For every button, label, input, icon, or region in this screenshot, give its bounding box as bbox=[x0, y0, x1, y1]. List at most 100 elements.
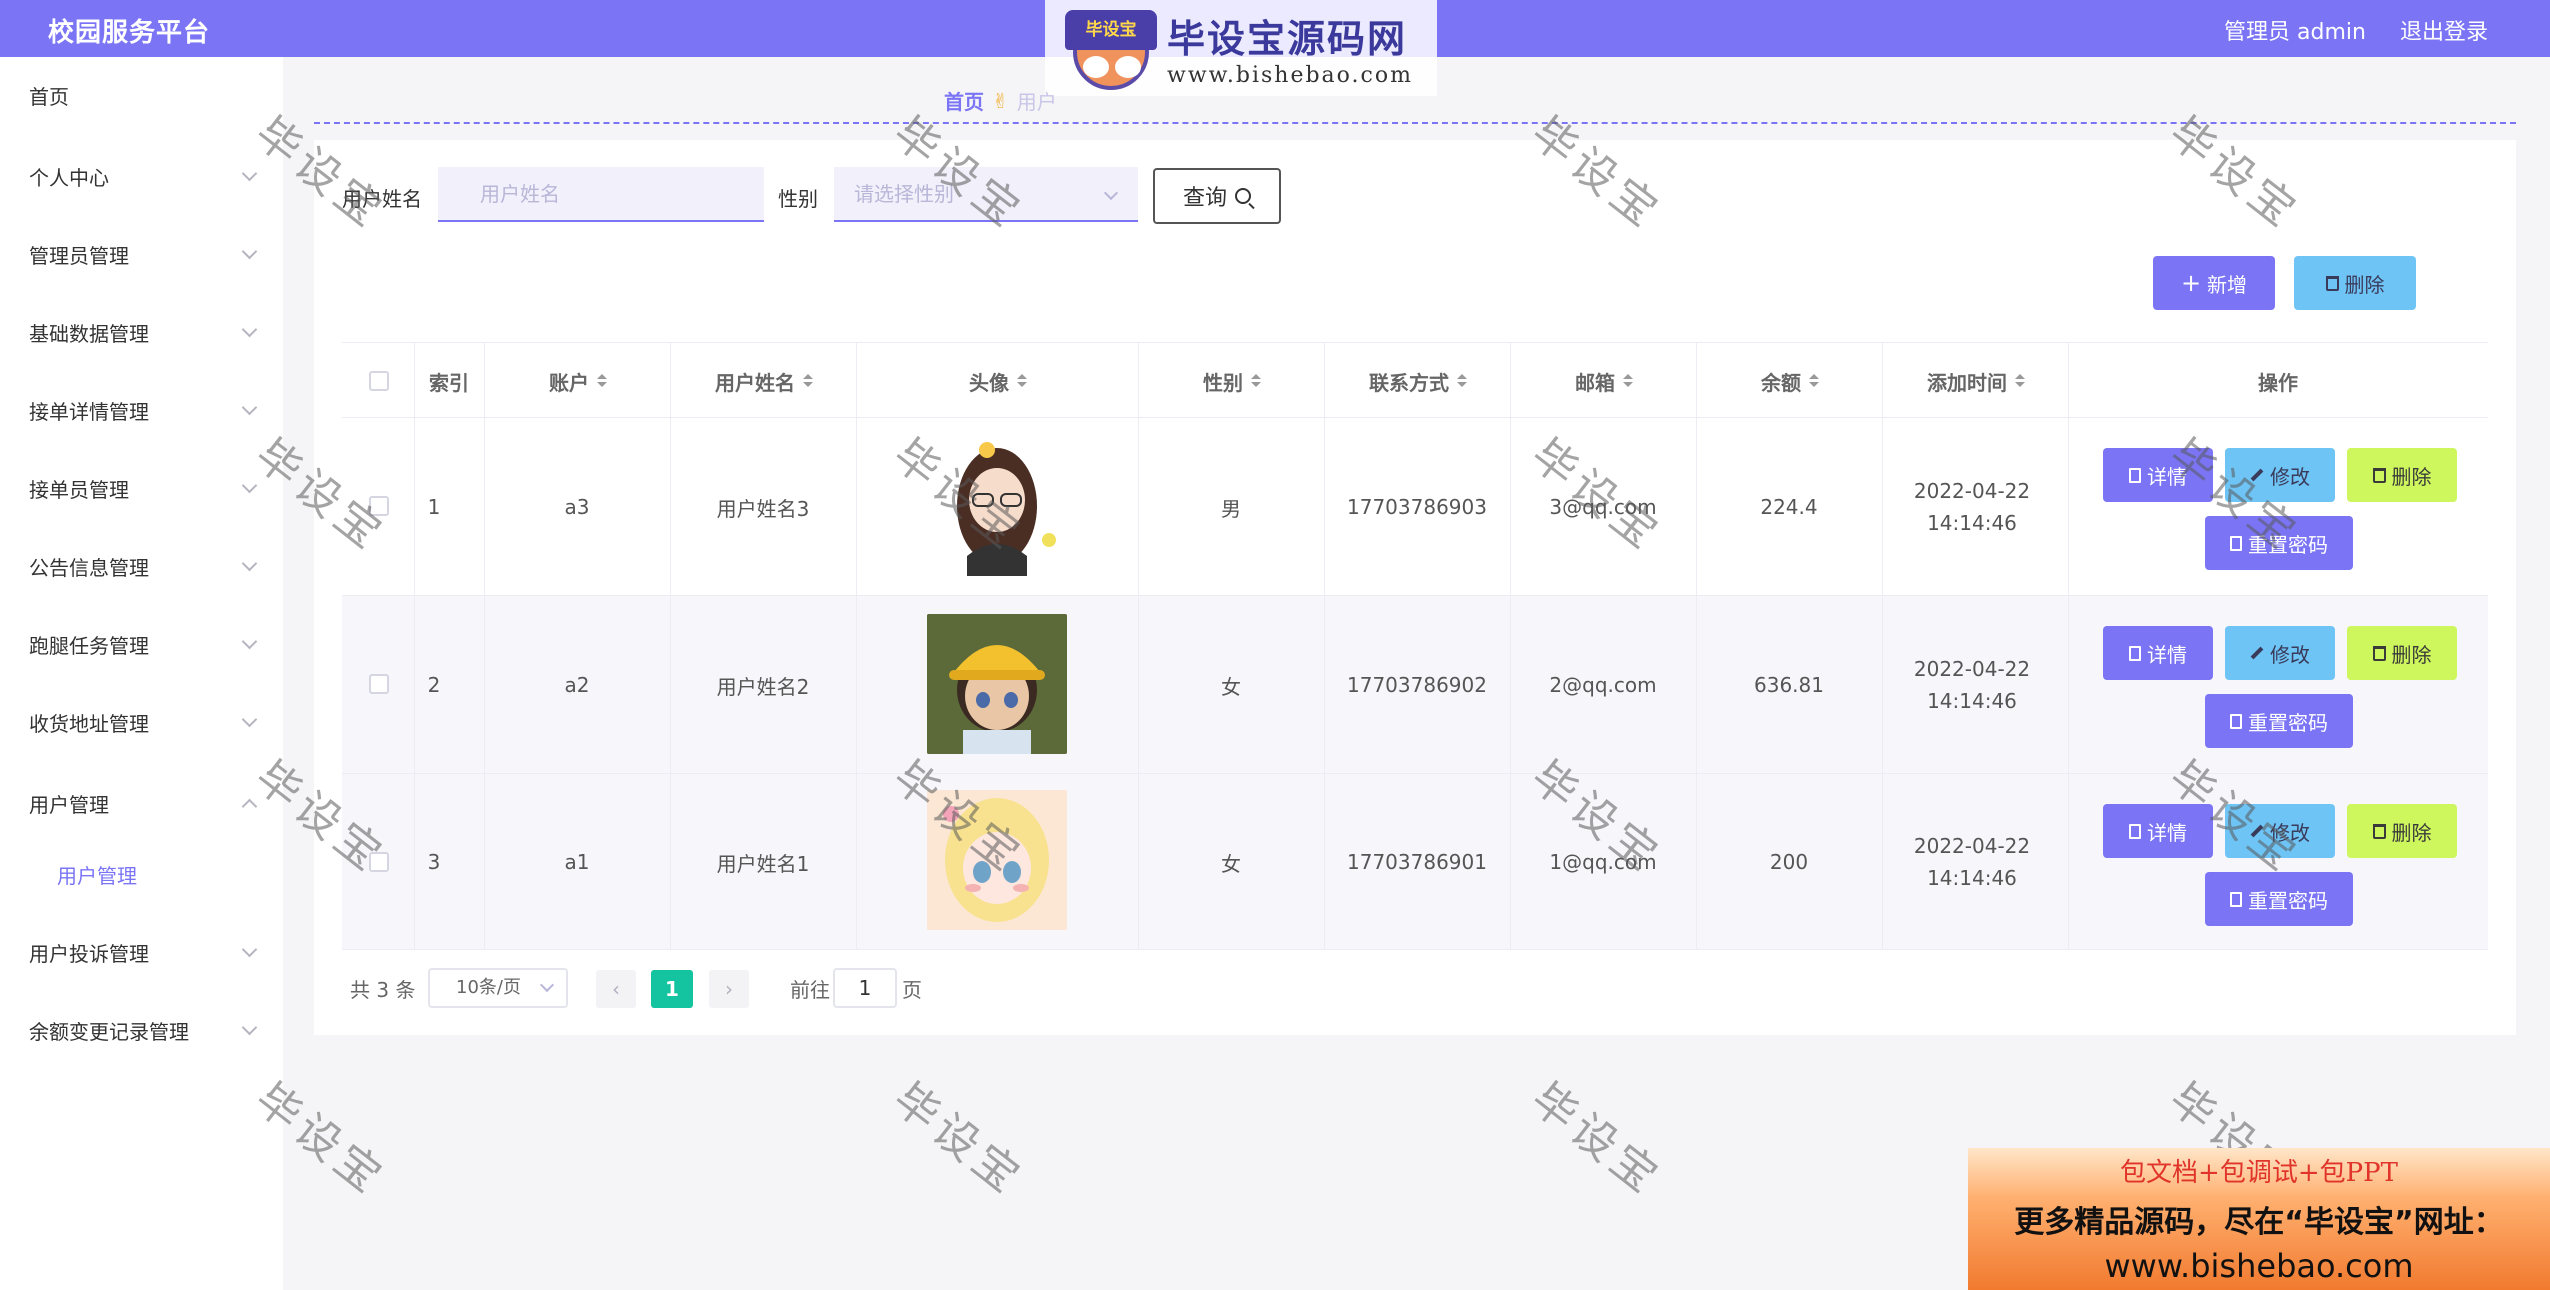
delete-button[interactable]: 删除 bbox=[2347, 626, 2457, 680]
sort-icon bbox=[1251, 374, 1261, 388]
prev-page-button[interactable]: ‹ bbox=[596, 970, 636, 1008]
cell-gender: 女 bbox=[1221, 674, 1241, 699]
sort-icon bbox=[597, 374, 607, 388]
chevron-down-icon bbox=[241, 711, 258, 728]
cell-email: 3@qq.com bbox=[1549, 495, 1657, 519]
sort-icon bbox=[1457, 374, 1467, 388]
add-button[interactable]: + 新增 bbox=[2153, 256, 2275, 310]
header-avatar[interactable]: 头像 bbox=[856, 343, 1138, 419]
cell-phone: 17703786902 bbox=[1347, 673, 1487, 697]
cell-account: a1 bbox=[564, 850, 590, 874]
cell-phone: 17703786901 bbox=[1347, 850, 1487, 874]
sort-icon bbox=[1017, 374, 1027, 388]
edit-button[interactable]: 修改 bbox=[2225, 804, 2335, 858]
sort-icon bbox=[803, 374, 813, 388]
query-button[interactable]: 查询 bbox=[1153, 168, 1281, 224]
user-avatar[interactable] bbox=[927, 614, 1067, 754]
watermark: 毕设宝 bbox=[883, 1073, 1034, 1206]
admin-user-label[interactable]: 管理员 admin bbox=[2224, 14, 2366, 46]
goto-page-input[interactable]: 1 bbox=[833, 968, 897, 1008]
cell-name: 用户姓名1 bbox=[716, 851, 810, 876]
header-email[interactable]: 邮箱 bbox=[1510, 343, 1696, 419]
reset-password-button[interactable]: 重置密码 bbox=[2205, 516, 2353, 570]
sidebar-item-balance-log[interactable]: 余额变更记录管理 bbox=[0, 1000, 283, 1060]
ad-banner[interactable]: 包文档+包调试+包PPT 更多精品源码，尽在“毕设宝”网址： www.bishe… bbox=[1968, 1148, 2550, 1290]
chevron-down-icon bbox=[241, 941, 258, 958]
detail-button[interactable]: 详情 bbox=[2103, 626, 2213, 680]
detail-button[interactable]: 详情 bbox=[2103, 448, 2213, 502]
cell-phone: 17703786903 bbox=[1347, 495, 1487, 519]
cell-time: 2022-04-22 14:14:46 bbox=[1913, 479, 2031, 535]
cell-email: 2@qq.com bbox=[1549, 673, 1657, 697]
row-checkbox[interactable] bbox=[369, 674, 389, 694]
header-name[interactable]: 用户姓名 bbox=[670, 343, 856, 419]
header-phone[interactable]: 联系方式 bbox=[1324, 343, 1510, 419]
row-checkbox[interactable] bbox=[369, 852, 389, 872]
header-account[interactable]: 账户 bbox=[484, 343, 670, 419]
app-title: 校园服务平台 bbox=[48, 18, 211, 48]
delete-button[interactable]: 删除 bbox=[2347, 804, 2457, 858]
breadcrumb-home[interactable]: 首页 bbox=[944, 86, 984, 115]
sidebar-item-notices[interactable]: 公告信息管理 bbox=[0, 536, 283, 596]
table-row: 3 a1 用户姓名1 女 17703786901 1@qq.com 200 20… bbox=[342, 774, 2488, 950]
logout-link[interactable]: 退出登录 bbox=[2400, 14, 2488, 46]
trash-icon bbox=[2372, 823, 2386, 839]
chevron-down-icon bbox=[241, 321, 258, 338]
sidebar-item-couriers[interactable]: 接单员管理 bbox=[0, 458, 283, 518]
select-all-checkbox[interactable] bbox=[369, 371, 389, 391]
chevron-down-icon bbox=[241, 1019, 258, 1036]
gender-select[interactable]: 请选择性别 bbox=[834, 167, 1138, 222]
user-avatar[interactable] bbox=[927, 790, 1067, 930]
edit-button[interactable]: 修改 bbox=[2225, 626, 2335, 680]
batch-delete-button[interactable]: 删除 bbox=[2294, 256, 2416, 310]
breadcrumb: 首页 ✌ 用户 bbox=[944, 86, 1057, 115]
sidebar-item-profile[interactable]: 个人中心 bbox=[0, 146, 283, 206]
document-icon bbox=[2230, 535, 2242, 551]
reset-password-button[interactable]: 重置密码 bbox=[2205, 872, 2353, 926]
delete-button[interactable]: 删除 bbox=[2347, 448, 2457, 502]
cell-balance: 200 bbox=[1769, 850, 1809, 874]
edit-button[interactable]: 修改 bbox=[2225, 448, 2335, 502]
gender-filter-label: 性别 bbox=[778, 187, 818, 211]
hand-icon: ✌ bbox=[992, 88, 1009, 113]
cell-balance: 636.81 bbox=[1754, 673, 1824, 697]
chevron-down-icon bbox=[241, 165, 258, 182]
table-row: 2 a2 用户姓名2 女 17703786902 2@qq.com 636.81… bbox=[342, 596, 2488, 774]
sidebar-subitem-users[interactable]: 用户管理 bbox=[0, 844, 283, 904]
cell-index: 2 bbox=[427, 673, 441, 697]
document-icon bbox=[2129, 467, 2141, 483]
sidebar: 首页 个人中心 管理员管理 基础数据管理 接单详情管理 接单员管理 公告信息管理… bbox=[0, 57, 283, 1290]
row-checkbox[interactable] bbox=[369, 496, 389, 516]
page-number-button[interactable]: 1 bbox=[651, 970, 693, 1008]
sidebar-item-complaints[interactable]: 用户投诉管理 bbox=[0, 922, 283, 982]
breadcrumb-current: 用户 bbox=[1016, 90, 1057, 114]
sidebar-item-addresses[interactable]: 收货地址管理 bbox=[0, 692, 283, 752]
sidebar-item-users[interactable]: 用户管理 bbox=[0, 773, 283, 833]
cell-name: 用户姓名3 bbox=[716, 496, 810, 521]
cell-balance: 224.4 bbox=[1760, 495, 1818, 519]
sidebar-item-home[interactable]: 首页 bbox=[0, 65, 283, 125]
site-logo: 毕设宝 毕设宝源码网 www.bishebao.com bbox=[1045, 0, 1437, 96]
detail-button[interactable]: 详情 bbox=[2103, 804, 2213, 858]
header-balance[interactable]: 余额 bbox=[1696, 343, 1882, 419]
cell-gender: 男 bbox=[1221, 496, 1241, 521]
reset-password-button[interactable]: 重置密码 bbox=[2205, 694, 2353, 748]
table-header: 索引 账户 用户姓名 头像 性别 联系方式 邮箱 余额 添加时间 操作 bbox=[342, 342, 2488, 418]
name-filter-label: 用户姓名 bbox=[342, 187, 422, 211]
cell-index: 1 bbox=[427, 495, 441, 519]
ad-line-1: 包文档+包调试+包PPT bbox=[2120, 1158, 2398, 1188]
user-avatar[interactable] bbox=[927, 436, 1067, 576]
users-table: 索引 账户 用户姓名 头像 性别 联系方式 邮箱 余额 添加时间 操作 1 a3… bbox=[342, 342, 2488, 950]
name-filter-input[interactable]: 用户姓名 bbox=[438, 167, 764, 222]
pagination-total: 共 3 条 bbox=[350, 978, 416, 1002]
sidebar-item-basic-data[interactable]: 基础数据管理 bbox=[0, 302, 283, 362]
sort-icon bbox=[1809, 374, 1819, 388]
sidebar-item-admins[interactable]: 管理员管理 bbox=[0, 224, 283, 284]
next-page-button[interactable]: › bbox=[709, 970, 749, 1008]
chevron-down-icon bbox=[241, 633, 258, 650]
document-icon bbox=[2129, 645, 2141, 661]
header-gender[interactable]: 性别 bbox=[1138, 343, 1324, 419]
sidebar-item-errands[interactable]: 跑腿任务管理 bbox=[0, 614, 283, 674]
sidebar-item-order-details[interactable]: 接单详情管理 bbox=[0, 380, 283, 440]
header-added-time[interactable]: 添加时间 bbox=[1882, 343, 2068, 419]
